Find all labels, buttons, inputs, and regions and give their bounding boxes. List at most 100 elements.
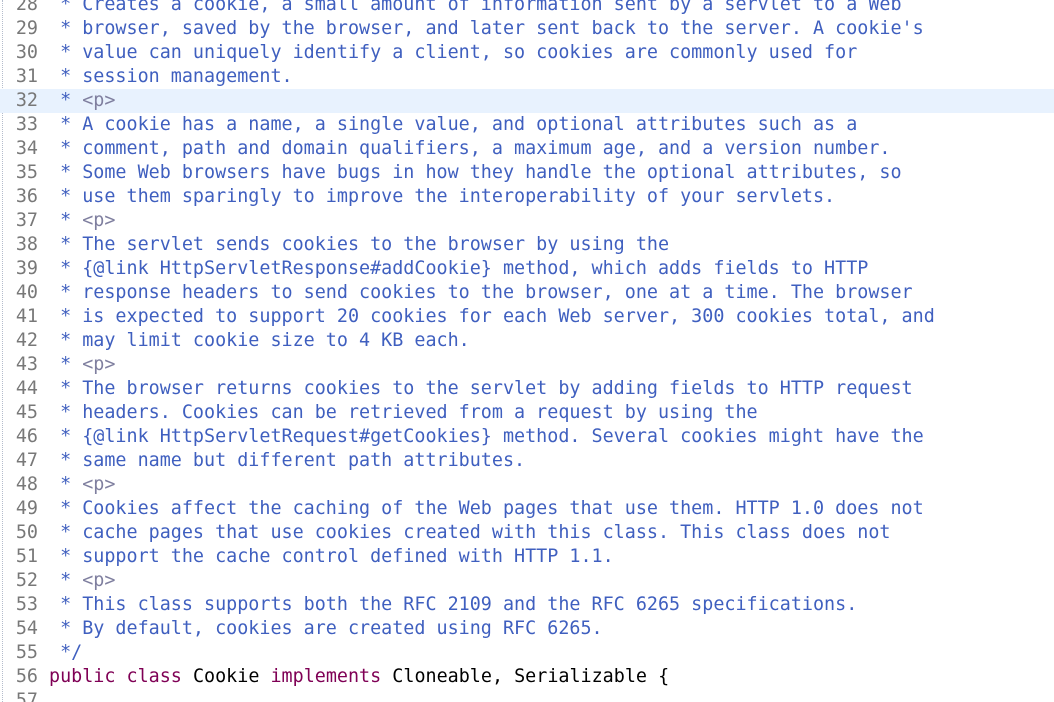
javadoc-text: * response headers to send cookies to th… bbox=[49, 282, 913, 303]
code-line[interactable]: 47 * same name but different path attrib… bbox=[0, 449, 1054, 473]
line-number: 39 bbox=[15, 258, 38, 279]
code-line[interactable]: 34 * comment, path and domain qualifiers… bbox=[0, 137, 1054, 161]
line-number: 47 bbox=[15, 450, 38, 471]
line-number: 49 bbox=[15, 498, 38, 519]
line-text: * Some Web browsers have bugs in how the… bbox=[49, 161, 902, 185]
javadoc-text: * bbox=[49, 210, 83, 231]
javadoc-text: * use them sparingly to improve the inte… bbox=[49, 186, 836, 207]
code-line[interactable]: 43 * <p> bbox=[0, 353, 1054, 377]
code-line[interactable]: 35 * Some Web browsers have bugs in how … bbox=[0, 161, 1054, 185]
code-line[interactable]: 45 * headers. Cookies can be retrieved f… bbox=[0, 401, 1054, 425]
javadoc-text: * session management. bbox=[49, 66, 293, 87]
code-line[interactable]: 56 public class Cookie implements Cloneab… bbox=[0, 665, 1054, 689]
line-number: 56 bbox=[15, 666, 38, 687]
javadoc-text: * headers. Cookies can be retrieved from… bbox=[49, 402, 758, 423]
line-text: * Cookies affect the caching of the Web … bbox=[49, 497, 924, 521]
line-number: 54 bbox=[15, 618, 38, 639]
code-line[interactable]: 40 * response headers to send cookies to… bbox=[0, 281, 1054, 305]
line-text: * A cookie has a name, a single value, a… bbox=[49, 113, 857, 137]
code-token: Cookie bbox=[192, 666, 260, 687]
code-token: Cloneable, bbox=[392, 666, 504, 687]
javadoc-text: * comment, path and domain qualifiers, a… bbox=[49, 138, 891, 159]
line-text: public class Cookie implements Cloneable… bbox=[49, 665, 669, 689]
code-line[interactable]: 29 * browser, saved by the browser, and … bbox=[0, 17, 1054, 41]
code-line[interactable]: 52 * <p> bbox=[0, 569, 1054, 593]
html-tag: <p> bbox=[82, 90, 116, 111]
javadoc-text: * Creates a cookie, a small amount of in… bbox=[49, 0, 902, 15]
code-line[interactable]: 49 * Cookies affect the caching of the W… bbox=[0, 497, 1054, 521]
code-line[interactable]: 37 * <p> bbox=[0, 209, 1054, 233]
javadoc-text: * browser, saved by the browser, and lat… bbox=[49, 18, 924, 39]
code-line[interactable]: 41 * is expected to support 20 cookies f… bbox=[0, 305, 1054, 329]
line-text: * The browser returns cookies to the ser… bbox=[49, 377, 913, 401]
code-token: { bbox=[658, 666, 670, 687]
line-number: 40 bbox=[15, 282, 38, 303]
javadoc-text: * cache pages that use cookies created w… bbox=[49, 522, 891, 543]
code-line[interactable]: 51 * support the cache control defined w… bbox=[0, 545, 1054, 569]
line-text: * The servlet sends cookies to the brows… bbox=[49, 233, 669, 257]
code-line[interactable]: 53 * This class supports both the RFC 21… bbox=[0, 593, 1054, 617]
line-text: * browser, saved by the browser, and lat… bbox=[49, 17, 924, 41]
code-line[interactable]: 31 * session management. bbox=[0, 65, 1054, 89]
javadoc-text: * bbox=[49, 90, 83, 111]
code-line[interactable]: 42 * may limit cookie size to 4 KB each. bbox=[0, 329, 1054, 353]
line-number: 41 bbox=[15, 306, 38, 327]
line-number: 30 bbox=[15, 42, 38, 63]
code-line[interactable]: 54 * By default, cookies are created usi… bbox=[0, 617, 1054, 641]
javadoc-text: * Some Web browsers have bugs in how the… bbox=[49, 162, 902, 183]
line-number: 44 bbox=[15, 378, 38, 399]
line-text: * <p> bbox=[49, 353, 115, 377]
line-number: 50 bbox=[15, 522, 38, 543]
line-text: * {@link HttpServletResponse#addCookie} … bbox=[49, 257, 868, 281]
code-line[interactable]: 50 * cache pages that use cookies create… bbox=[0, 521, 1054, 545]
code-line[interactable]: 48 * <p> bbox=[0, 473, 1054, 497]
javadoc-text: * The servlet sends cookies to the brows… bbox=[49, 234, 670, 255]
javadoc-text: * same name but different path attribute… bbox=[49, 450, 526, 471]
code-line[interactable]: 46 * {@link HttpServletRequest#getCookie… bbox=[0, 425, 1054, 449]
line-text: * headers. Cookies can be retrieved from… bbox=[49, 401, 758, 425]
line-text: * By default, cookies are created using … bbox=[49, 617, 603, 641]
code-line[interactable]: 28 * Creates a cookie, a small amount of… bbox=[0, 0, 1054, 17]
line-text: * This class supports both the RFC 2109 … bbox=[49, 593, 857, 617]
code-line[interactable]: 39 * {@link HttpServletResponse#addCooki… bbox=[0, 257, 1054, 281]
line-number: 28 bbox=[15, 0, 38, 15]
javadoc-text: * may limit cookie size to 4 KB each. bbox=[49, 330, 470, 351]
code-editor[interactable]: 28 * Creates a cookie, a small amount of… bbox=[0, 0, 1054, 702]
code-line[interactable]: 57 bbox=[0, 689, 1054, 702]
line-number: 34 bbox=[15, 138, 38, 159]
line-text: * support the cache control defined with… bbox=[49, 545, 614, 569]
line-number: 45 bbox=[15, 402, 38, 423]
javadoc-text: * The browser returns cookies to the ser… bbox=[49, 378, 913, 399]
line-text: * value can uniquely identify a client, … bbox=[49, 41, 857, 65]
code-line[interactable]: 33 * A cookie has a name, a single value… bbox=[0, 113, 1054, 137]
code-line[interactable]: 30 * value can uniquely identify a clien… bbox=[0, 41, 1054, 65]
javadoc-text: * A cookie has a name, a single value, a… bbox=[49, 114, 858, 135]
html-tag: <p> bbox=[82, 354, 116, 375]
line-text: * <p> bbox=[49, 89, 115, 113]
line-number: 38 bbox=[15, 234, 38, 255]
code-line[interactable]: 32 * <p> bbox=[0, 89, 1054, 113]
line-text: * Creates a cookie, a small amount of in… bbox=[49, 0, 902, 17]
code-token: Serializable bbox=[514, 666, 647, 687]
html-tag: <p> bbox=[82, 474, 116, 495]
line-text: * {@link HttpServletRequest#getCookies} … bbox=[49, 425, 924, 449]
javadoc-text: * By default, cookies are created using … bbox=[49, 618, 603, 639]
javadoc-text: * {@link HttpServletRequest#getCookies} … bbox=[49, 426, 924, 447]
javadoc-text: * {@link HttpServletResponse#addCookie} … bbox=[49, 258, 869, 279]
line-number: 52 bbox=[15, 570, 38, 591]
code-line[interactable]: 44 * The browser returns cookies to the … bbox=[0, 377, 1054, 401]
line-number: 42 bbox=[15, 330, 38, 351]
keyword: implements bbox=[270, 666, 382, 687]
line-text: * response headers to send cookies to th… bbox=[49, 281, 913, 305]
line-number: 51 bbox=[15, 546, 38, 567]
line-number: 46 bbox=[15, 426, 38, 447]
code-line[interactable]: 36 * use them sparingly to improve the i… bbox=[0, 185, 1054, 209]
code-line[interactable]: 55 */ bbox=[0, 641, 1054, 665]
line-text: * may limit cookie size to 4 KB each. bbox=[49, 329, 470, 353]
line-number: 53 bbox=[15, 594, 38, 615]
line-text: * session management. bbox=[49, 65, 293, 89]
code-line[interactable]: 38 * The servlet sends cookies to the br… bbox=[0, 233, 1054, 257]
